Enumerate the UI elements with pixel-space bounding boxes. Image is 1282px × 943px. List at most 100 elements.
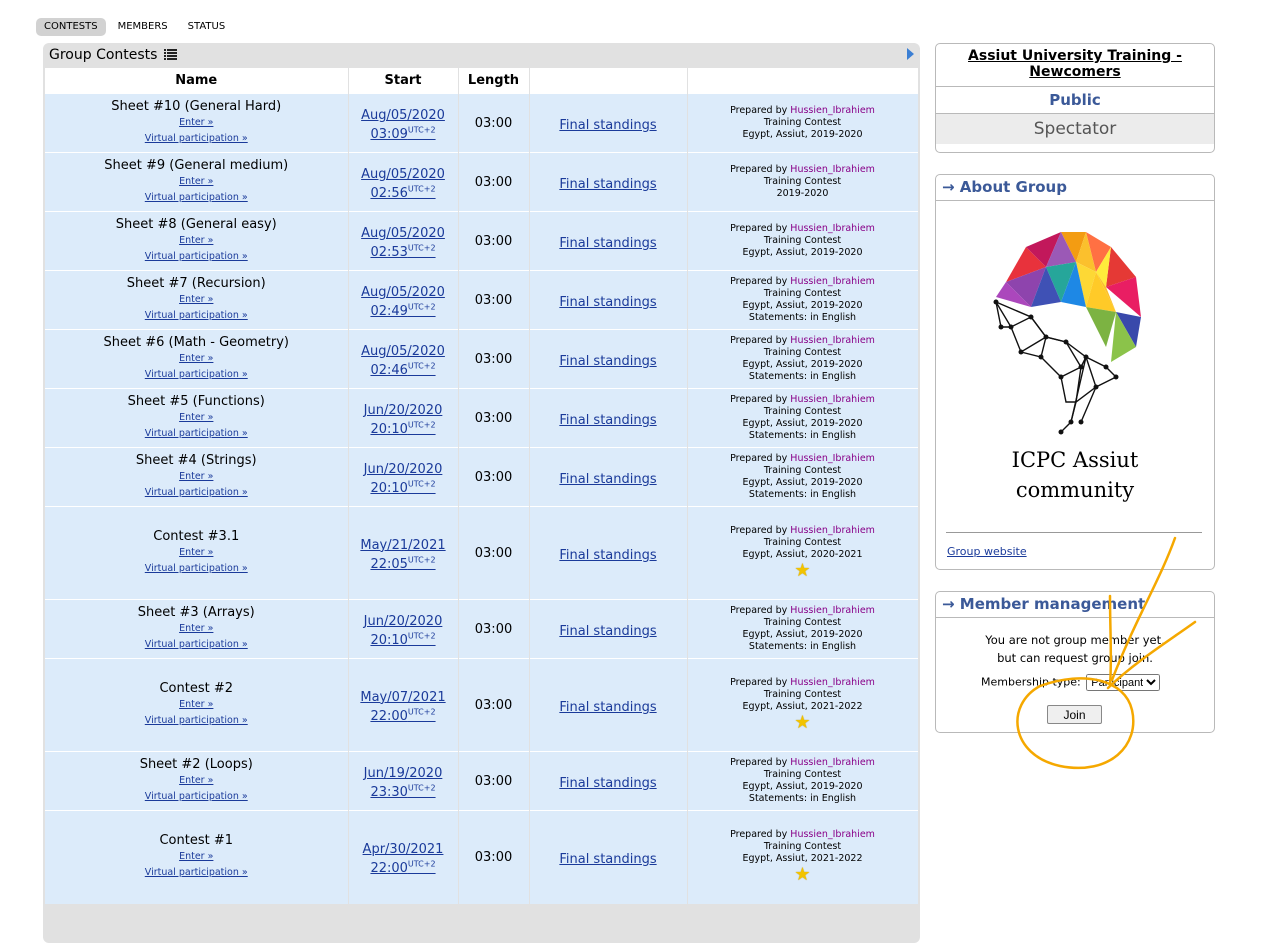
- enter-link[interactable]: Enter »: [179, 412, 213, 423]
- prepared-by-label: Prepared by: [730, 276, 788, 287]
- final-standings-link[interactable]: Final standings: [559, 852, 656, 867]
- start-time-link[interactable]: May/21/2021 22:05UTC+2: [360, 538, 445, 572]
- final-standings-link[interactable]: Final standings: [559, 295, 656, 310]
- start-time-link[interactable]: Jun/20/2020 20:10UTC+2: [364, 614, 443, 648]
- join-button[interactable]: Join: [1047, 705, 1102, 724]
- virtual-participation-link[interactable]: Virtual participation »: [145, 867, 248, 878]
- membership-type-select[interactable]: Participant: [1086, 674, 1161, 691]
- virtual-participation-link[interactable]: Virtual participation »: [145, 791, 248, 802]
- final-standings-link[interactable]: Final standings: [559, 776, 656, 791]
- final-standings-link[interactable]: Final standings: [559, 177, 656, 192]
- start-date: Jun/20/2020: [363, 461, 443, 477]
- start-time-link[interactable]: Apr/30/2021 22:00UTC+2: [363, 842, 444, 876]
- author-link[interactable]: Hussien_Ibrahiem: [790, 605, 875, 616]
- final-standings-link[interactable]: Final standings: [559, 354, 656, 369]
- panel-title: Group Contests: [49, 47, 158, 63]
- contest-standings-cell: Final standings: [529, 751, 688, 811]
- final-standings-link[interactable]: Final standings: [559, 700, 656, 715]
- author-link[interactable]: Hussien_Ibrahiem: [790, 829, 875, 840]
- final-standings-link[interactable]: Final standings: [559, 118, 656, 133]
- contest-info-cell: Prepared by Hussien_Ibrahiem Training Con…: [687, 93, 919, 153]
- virtual-participation-link[interactable]: Virtual participation »: [145, 563, 248, 574]
- final-standings-link[interactable]: Final standings: [559, 413, 656, 428]
- enter-link[interactable]: Enter »: [179, 294, 213, 305]
- start-time-link[interactable]: Aug/05/2020 02:53UTC+2: [361, 226, 445, 260]
- start-time: 02:53: [370, 245, 408, 261]
- enter-link[interactable]: Enter »: [179, 117, 213, 128]
- contest-info-cell: Prepared by Hussien_Ibrahiem Training Con…: [687, 270, 919, 330]
- virtual-participation-link[interactable]: Virtual participation »: [145, 715, 248, 726]
- contest-info-cell: Prepared by Hussien_Ibrahiem Training Con…: [687, 152, 919, 212]
- contest-season: Egypt, Assiut, 2019-2020: [742, 418, 863, 429]
- enter-link[interactable]: Enter »: [179, 353, 213, 364]
- author-link[interactable]: Hussien_Ibrahiem: [790, 276, 875, 287]
- tab-members[interactable]: MEMBERS: [110, 18, 176, 36]
- start-date: Jun/19/2020: [363, 765, 443, 781]
- author-link[interactable]: Hussien_Ibrahiem: [790, 757, 875, 768]
- contest-info-cell: Prepared by Hussien_Ibrahiem Training Con…: [687, 506, 919, 600]
- start-time-link[interactable]: Aug/05/2020 02:49UTC+2: [361, 285, 445, 319]
- membership-message: You are not group member yet, but can re…: [936, 631, 1214, 667]
- enter-link[interactable]: Enter »: [179, 547, 213, 558]
- start-time-link[interactable]: Jun/20/2020 20:10UTC+2: [364, 403, 443, 437]
- start-time-link[interactable]: Aug/05/2020 02:56UTC+2: [361, 167, 445, 201]
- timezone: UTC+2: [407, 631, 436, 641]
- member-management-box: → Member management You are not group me…: [935, 591, 1215, 733]
- start-date: May/21/2021: [360, 537, 446, 553]
- virtual-participation-link[interactable]: Virtual participation »: [145, 639, 248, 650]
- contest-start-cell: Jun/20/2020 20:10UTC+2: [348, 599, 459, 659]
- final-standings-link[interactable]: Final standings: [559, 236, 656, 251]
- author-link[interactable]: Hussien_Ibrahiem: [790, 525, 875, 536]
- final-standings-link[interactable]: Final standings: [559, 548, 656, 563]
- prepared-by-label: Prepared by: [730, 164, 788, 175]
- virtual-participation-link[interactable]: Virtual participation »: [145, 369, 248, 380]
- start-time-link[interactable]: May/07/2021 22:00UTC+2: [360, 690, 445, 724]
- virtual-participation-link[interactable]: Virtual participation »: [145, 133, 248, 144]
- author-link[interactable]: Hussien_Ibrahiem: [790, 335, 875, 346]
- enter-link[interactable]: Enter »: [179, 699, 213, 710]
- contest-info-cell: Prepared by Hussien_Ibrahiem Training Con…: [687, 388, 919, 448]
- tab-contests[interactable]: CONTESTS: [36, 18, 106, 36]
- start-time: 20:10: [370, 481, 408, 497]
- enter-link[interactable]: Enter »: [179, 235, 213, 246]
- prepared-by-label: Prepared by: [730, 605, 788, 616]
- enter-link[interactable]: Enter »: [179, 471, 213, 482]
- virtual-participation-link[interactable]: Virtual participation »: [145, 192, 248, 203]
- author-link[interactable]: Hussien_Ibrahiem: [790, 223, 875, 234]
- group-website-link[interactable]: Group website: [947, 545, 1027, 558]
- enter-link[interactable]: Enter »: [179, 851, 213, 862]
- start-date: Apr/30/2021: [362, 842, 444, 858]
- author-link[interactable]: Hussien_Ibrahiem: [790, 677, 875, 688]
- final-standings-link[interactable]: Final standings: [559, 624, 656, 639]
- start-date: Jun/20/2020: [363, 402, 443, 418]
- prepared-by-label: Prepared by: [730, 105, 788, 116]
- virtual-participation-link[interactable]: Virtual participation »: [145, 310, 248, 321]
- author-link[interactable]: Hussien_Ibrahiem: [790, 105, 875, 116]
- virtual-participation-link[interactable]: Virtual participation »: [145, 428, 248, 439]
- start-time-link[interactable]: Aug/05/2020 03:09UTC+2: [361, 108, 445, 142]
- start-time-link[interactable]: Jun/19/2020 23:30UTC+2: [364, 766, 443, 800]
- virtual-participation-link[interactable]: Virtual participation »: [145, 487, 248, 498]
- start-time-link[interactable]: Aug/05/2020 02:46UTC+2: [361, 344, 445, 378]
- contest-statements: Statements: in English: [748, 489, 857, 500]
- prepared-by-label: Prepared by: [730, 223, 788, 234]
- author-link[interactable]: Hussien_Ibrahiem: [790, 394, 875, 405]
- tab-status[interactable]: STATUS: [180, 18, 234, 36]
- contest-standings-cell: Final standings: [529, 270, 688, 330]
- virtual-participation-link[interactable]: Virtual participation »: [145, 251, 248, 262]
- start-time-link[interactable]: Jun/20/2020 20:10UTC+2: [364, 462, 443, 496]
- author-link[interactable]: Hussien_Ibrahiem: [790, 164, 875, 175]
- contest-season: Egypt, Assiut, 2019-2020: [742, 781, 863, 792]
- timezone: UTC+2: [407, 555, 436, 565]
- expand-arrow-icon[interactable]: [907, 48, 914, 60]
- enter-link[interactable]: Enter »: [179, 775, 213, 786]
- start-time: 03:09: [370, 127, 408, 143]
- enter-link[interactable]: Enter »: [179, 176, 213, 187]
- list-icon[interactable]: [164, 49, 177, 60]
- table-header-row: Name Start Length: [45, 68, 919, 94]
- contest-standings-cell: Final standings: [529, 388, 688, 448]
- author-link[interactable]: Hussien_Ibrahiem: [790, 453, 875, 464]
- group-title[interactable]: Assiut University Training - Newcomers: [936, 44, 1214, 87]
- final-standings-link[interactable]: Final standings: [559, 472, 656, 487]
- enter-link[interactable]: Enter »: [179, 623, 213, 634]
